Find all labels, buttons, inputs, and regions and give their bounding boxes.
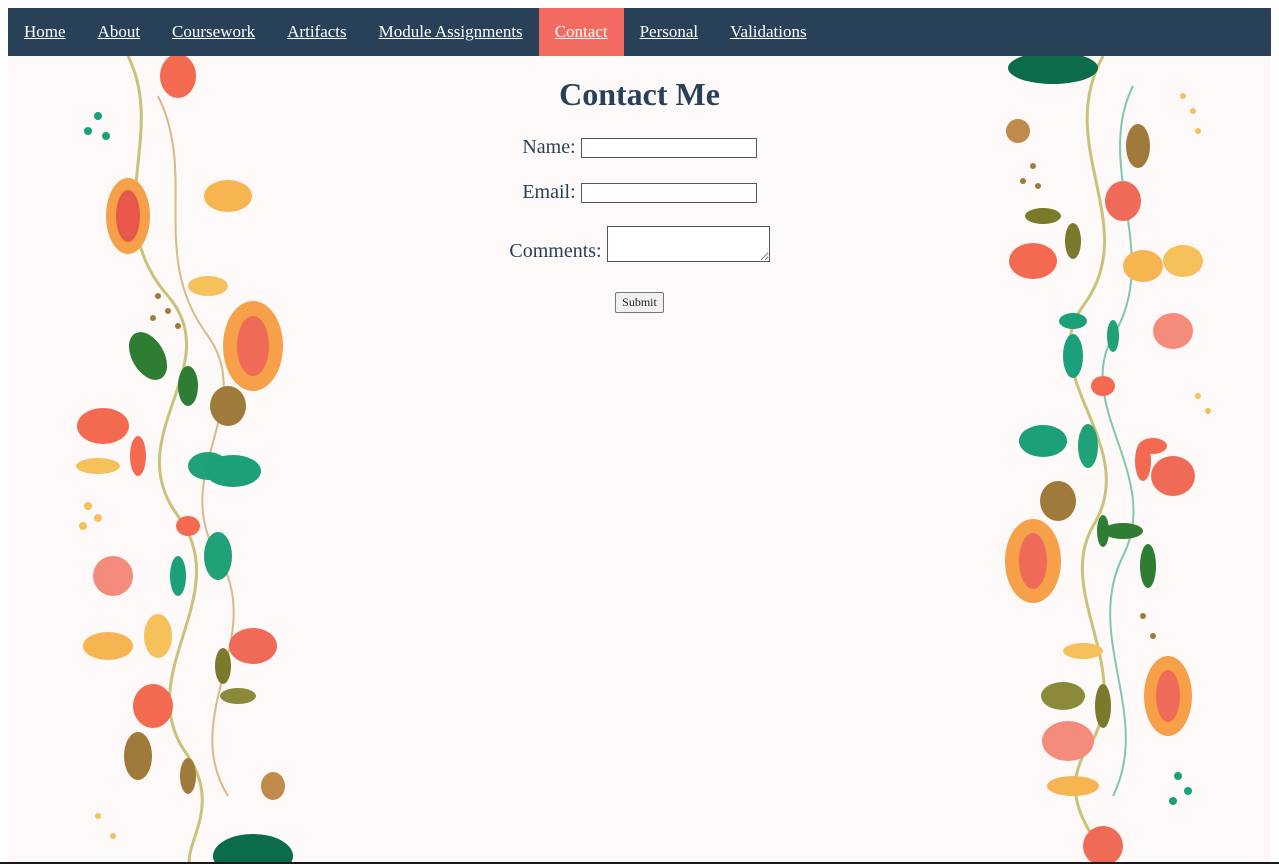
- nav-link-contact[interactable]: Contact: [538, 8, 624, 56]
- page-background: Home About Coursework Artifacts Module A…: [8, 8, 1271, 863]
- main-navigation: Home About Coursework Artifacts Module A…: [8, 8, 1271, 56]
- name-label: Name:: [522, 136, 576, 158]
- email-row: Email:: [8, 181, 1271, 203]
- nav-link-personal[interactable]: Personal: [624, 8, 715, 56]
- nav-link-validations[interactable]: Validations: [714, 8, 823, 56]
- submit-button[interactable]: Submit: [615, 292, 664, 313]
- email-label: Email:: [522, 181, 576, 203]
- submit-row: Submit: [8, 292, 1271, 313]
- floral-vine-right-decoration: [1005, 56, 1211, 863]
- comments-row: Comments:: [8, 226, 1271, 262]
- floral-vine-left-decoration: [76, 56, 293, 863]
- nav-link-artifacts[interactable]: Artifacts: [271, 8, 362, 56]
- name-input[interactable]: [580, 138, 757, 158]
- nav-link-coursework[interactable]: Coursework: [156, 8, 271, 56]
- nav-link-module-assignments[interactable]: Module Assignments: [363, 8, 539, 56]
- name-row: Name:: [8, 136, 1271, 158]
- nav-link-about[interactable]: About: [82, 8, 157, 56]
- nav-link-home[interactable]: Home: [8, 8, 82, 56]
- page-title: Contact Me: [559, 76, 720, 112]
- comments-textarea[interactable]: [606, 226, 770, 262]
- comments-label: Comments:: [509, 240, 602, 262]
- email-input[interactable]: [580, 183, 757, 203]
